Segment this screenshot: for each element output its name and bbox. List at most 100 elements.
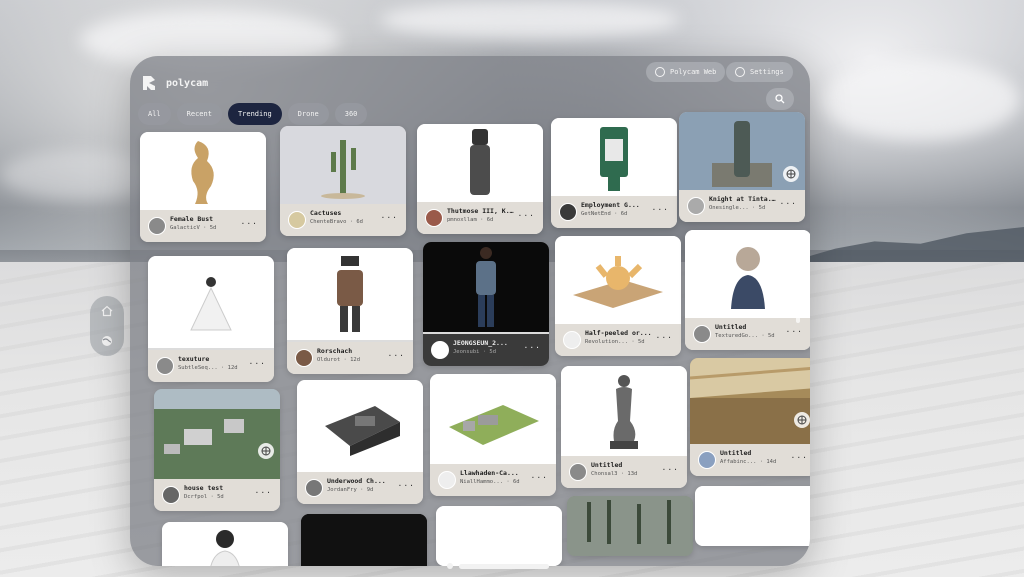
more-options-button[interactable]: ···: [656, 333, 673, 342]
avatar: [156, 357, 174, 375]
card-author: JordanFry · 9d: [327, 487, 374, 493]
model-thumbnail: [690, 358, 810, 444]
model-card[interactable]: [436, 506, 562, 566]
model-card[interactable]: JEONGSEUN_2... Jeonsubi · 5d ···: [423, 242, 549, 366]
more-options-button[interactable]: ···: [249, 359, 266, 368]
more-options-button[interactable]: ···: [780, 199, 797, 208]
app-logo: polycam: [140, 74, 208, 92]
model-card[interactable]: [695, 486, 810, 546]
card-author: SubtleSeq... · 12d: [178, 365, 238, 371]
model-thumbnail: [154, 389, 280, 479]
card-author: Revolution... · 5d: [585, 339, 645, 345]
card-title: Half-peeled or...: [585, 329, 652, 337]
model-card[interactable]: Half-peeled or... Revolution... · 5d ···: [555, 236, 681, 356]
globe-icon[interactable]: [98, 332, 116, 350]
window-grab-bar[interactable]: [459, 563, 549, 569]
card-title: Rorschach: [317, 347, 353, 355]
card-author: pmnoxllam · 6d: [447, 217, 494, 223]
app-name: polycam: [166, 77, 209, 89]
tab-label: 360: [344, 110, 358, 118]
side-controls: [90, 296, 124, 356]
tab-all[interactable]: All: [138, 103, 171, 125]
card-author: Jeonsubi · 5d: [453, 349, 497, 355]
settings-button[interactable]: Settings: [726, 62, 793, 82]
more-options-button[interactable]: ···: [398, 481, 415, 490]
home-icon[interactable]: [98, 302, 116, 320]
model-thumbnail: [301, 514, 427, 566]
card-title: Knight at Tinta...: [709, 195, 779, 203]
window-close-dot[interactable]: [447, 563, 453, 569]
more-options-button[interactable]: ···: [518, 211, 535, 220]
tab-label: Drone: [297, 110, 319, 118]
model-thumbnail: [430, 374, 556, 464]
card-title: JEONGSEUN_2...: [453, 339, 508, 347]
scrollbar[interactable]: [796, 301, 800, 323]
window-pager[interactable]: [447, 563, 549, 569]
more-options-button[interactable]: ···: [381, 213, 398, 222]
model-thumbnail: [685, 230, 810, 318]
globe-icon: [783, 166, 799, 182]
avatar: [559, 203, 577, 221]
model-thumbnail: [561, 366, 687, 456]
polycam-web-button[interactable]: Polycam Web: [646, 62, 726, 82]
model-card[interactable]: Untitled Chonsal3 · 13d ···: [561, 366, 687, 488]
more-options-button[interactable]: ···: [786, 327, 803, 336]
card-author: Affabinc... · 14d: [720, 459, 777, 465]
model-card[interactable]: Employment G... GetNetEnd · 6d ···: [551, 118, 677, 228]
model-card[interactable]: Knight at Tinta... Onesingle... · 5d ···: [679, 112, 805, 222]
model-thumbnail: [551, 118, 677, 196]
model-card[interactable]: Thutmose III, K... pmnoxllam · 6d ···: [417, 124, 543, 234]
model-card[interactable]: house test Dcrfpol · 5d ···: [154, 389, 280, 511]
tab-label: Recent: [186, 110, 212, 118]
model-card[interactable]: Untitled Affabinc... · 14d ···: [690, 358, 810, 476]
more-options-button[interactable]: ···: [524, 343, 541, 352]
more-options-button[interactable]: ···: [388, 351, 405, 360]
model-card[interactable]: [162, 522, 288, 566]
model-card[interactable]: [567, 496, 693, 556]
model-thumbnail: [140, 132, 266, 210]
model-card[interactable]: Untitled TexturedGo... · 5d ···: [685, 230, 810, 350]
avatar: [425, 209, 443, 227]
more-options-button[interactable]: ···: [662, 465, 679, 474]
more-options-button[interactable]: ···: [791, 453, 808, 462]
tab-drone[interactable]: Drone: [287, 103, 329, 125]
card-title: Female Bust: [170, 215, 214, 223]
tab-360[interactable]: 360: [334, 103, 368, 125]
more-options-button[interactable]: ···: [241, 219, 258, 228]
card-title: Untitled: [591, 461, 623, 469]
info-icon: [431, 341, 449, 359]
app-window: polycam Polycam Web Settings All Recent …: [130, 56, 810, 566]
card-author: Dcrfpol · 5d: [184, 494, 224, 500]
search-button[interactable]: [766, 88, 794, 110]
tab-recent[interactable]: Recent: [176, 103, 222, 125]
more-options-button[interactable]: ···: [531, 473, 548, 482]
model-card[interactable]: texuture SubtleSeq... · 12d ···: [148, 256, 274, 382]
model-thumbnail: [162, 522, 288, 566]
model-thumbnail: [148, 256, 274, 348]
card-title: Underwood Ch...: [327, 477, 386, 485]
distant-hills: [794, 227, 1024, 263]
card-author: Onesingle... · 5d: [709, 205, 766, 211]
card-title: Untitled: [715, 323, 747, 331]
card-author: GalacticV · 5d: [170, 225, 217, 231]
avatar: [693, 325, 711, 343]
card-author: Chonsal3 · 13d: [591, 471, 638, 477]
search-icon: [775, 94, 785, 104]
avatar: [698, 451, 716, 469]
card-title: Thutmose III, K...: [447, 207, 517, 215]
card-title: texuture: [178, 355, 210, 363]
model-card[interactable]: Cactuses ChenteBravo · 6d ···: [280, 126, 406, 236]
more-options-button[interactable]: ···: [652, 205, 669, 214]
model-card[interactable]: [301, 514, 427, 566]
tab-label: Trending: [237, 110, 272, 118]
avatar: [438, 471, 456, 489]
globe-icon: [794, 412, 810, 428]
model-card[interactable]: Rorschach Oldurot · 12d ···: [287, 248, 413, 374]
model-thumbnail: [679, 112, 805, 190]
model-card[interactable]: Underwood Ch... JordanFry · 9d ···: [297, 380, 423, 504]
model-card[interactable]: Female Bust GalacticV · 5d ···: [140, 132, 266, 242]
tab-trending[interactable]: Trending: [227, 103, 282, 125]
model-thumbnail: [555, 236, 681, 324]
model-card[interactable]: Llawhaden-Ca... NiallHammo... · 6d ···: [430, 374, 556, 496]
more-options-button[interactable]: ···: [255, 488, 272, 497]
